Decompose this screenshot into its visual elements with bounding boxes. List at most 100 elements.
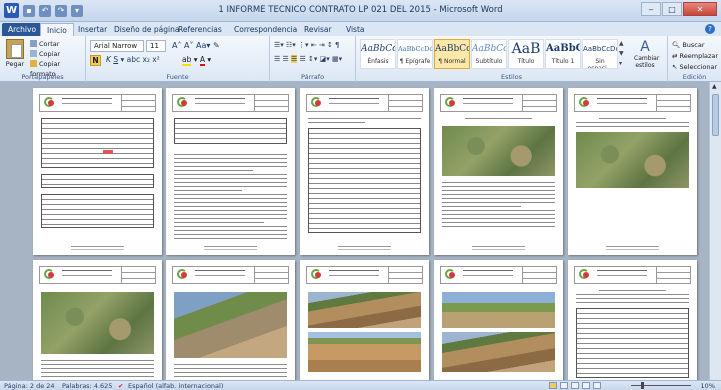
institution-logo-icon [443, 97, 459, 109]
minimize-button[interactable]: ‒ [641, 2, 661, 16]
text-color-icon[interactable]: ab ▾ A ▾ [182, 55, 211, 66]
maximize-button[interactable]: □ [662, 2, 682, 16]
style-preview: AaBbC [546, 43, 581, 54]
page-header [574, 94, 691, 112]
page-header [172, 266, 289, 284]
align-buttons-icon[interactable]: ☰ ☰ ☰ ☰ ↕▾ ◪▾ ▦▾ [274, 55, 342, 66]
institution-logo-icon [42, 97, 58, 109]
tab-revisar[interactable]: Revisar [298, 23, 338, 36]
replace-icon: ⇄ [672, 52, 678, 60]
style-preview: AaBbCcDc [583, 45, 618, 53]
format-buttons-icon[interactable]: K S ▾ abc x₂ x² [106, 55, 160, 64]
style-preview: AaBbCc [472, 44, 507, 54]
tab-inicio[interactable]: Inicio [40, 23, 74, 36]
style-titulo-1[interactable]: AaBbC Título 1 [545, 39, 581, 69]
scrollbar-thumb[interactable] [712, 94, 719, 136]
binoculars-icon: 🔍︎ [672, 41, 681, 49]
style-subtitulo[interactable]: AaBbCc Subtítulo [471, 39, 507, 69]
style-name: Énfasis [367, 58, 389, 65]
style-name: Título 1 [551, 58, 575, 65]
page-footer [204, 246, 257, 247]
style-preview: AaBbCcI [361, 44, 395, 54]
paste-button[interactable]: Pegar [4, 39, 26, 68]
document-page[interactable] [33, 88, 162, 255]
web-layout-view-icon[interactable] [571, 382, 579, 389]
style-titulo[interactable]: AaB Título [508, 39, 544, 69]
close-button[interactable]: ✕ [683, 2, 717, 16]
outline-view-icon[interactable] [582, 382, 590, 389]
print-layout-view-icon[interactable] [549, 382, 557, 389]
font-name-select[interactable]: Arial Narrow [90, 40, 144, 52]
page-footer [71, 246, 124, 247]
style-name: ¶ Epígrafe [399, 58, 431, 65]
change-styles-icon: A [640, 39, 650, 55]
select-button[interactable]: ↖ Seleccionar [672, 62, 718, 73]
document-page[interactable] [166, 88, 295, 255]
help-icon[interactable]: ? [705, 24, 715, 34]
style-enfasis[interactable]: AaBbCcI Énfasis [360, 39, 396, 69]
font-group-label: Fuente [166, 73, 189, 81]
document-page[interactable] [33, 260, 162, 380]
data-table [576, 308, 689, 378]
text-block [442, 182, 555, 230]
text-block [174, 154, 287, 242]
tab-vista[interactable]: Vista [340, 23, 371, 36]
document-page[interactable] [300, 260, 429, 380]
styles-group-label: Estilos [500, 73, 523, 81]
paste-label: Pegar [5, 60, 25, 68]
gallery-scroll-icon[interactable]: ▲ ▼ ▾ [619, 39, 624, 69]
document-page[interactable] [166, 260, 295, 380]
replace-button[interactable]: ⇄ Reemplazar [672, 51, 718, 62]
page-footer [606, 246, 659, 247]
tab-referencias[interactable]: Referencias [172, 23, 228, 36]
document-page[interactable] [434, 88, 563, 255]
vertical-scrollbar[interactable]: ▲ [709, 82, 721, 380]
document-page[interactable] [568, 260, 697, 380]
style-name: Subtítulo [475, 58, 503, 65]
page-header [306, 94, 423, 112]
view-buttons [549, 382, 601, 389]
cut-button[interactable]: Cortar [30, 39, 85, 49]
page-header [306, 266, 423, 284]
data-table [308, 128, 421, 233]
page-count[interactable]: Página: 2 de 24 [4, 382, 55, 390]
text-block [174, 364, 287, 380]
copy-label: Copiar [39, 50, 61, 58]
style-name: Título [517, 58, 535, 65]
font-size-select[interactable]: 11 [146, 40, 166, 52]
zoom-slider[interactable] [631, 382, 691, 389]
bold-button[interactable]: N [90, 55, 101, 66]
grow-shrink-font-icon[interactable]: A˄ A˅ Aa▾ ✎ [172, 41, 220, 50]
brush-icon [30, 60, 37, 67]
data-table [41, 118, 154, 168]
list-buttons-icon[interactable]: ☰▾ ☷▾ ⋮▾ ⇤ ⇥ ↕ ¶ [274, 41, 340, 52]
scroll-up-icon[interactable]: ▲ [712, 83, 717, 90]
zoom-level[interactable]: 10% [701, 382, 715, 390]
tab-correspondencia[interactable]: Correspondencia [228, 23, 303, 36]
paragraph-group-label: Párrafo [300, 73, 325, 81]
word-count[interactable]: Palabras: 4.625 [62, 382, 112, 390]
proofing-icon[interactable]: ✔ [118, 382, 123, 390]
change-styles-button[interactable]: A Cambiar estilos [634, 39, 659, 69]
style-epigrafe[interactable]: AaBbCcDdI ¶ Epígrafe [397, 39, 433, 69]
find-button[interactable]: 🔍︎ Buscar [672, 40, 718, 51]
style-sin-espaciado[interactable]: AaBbCcDc Sin espaci... [582, 39, 618, 69]
document-page[interactable] [568, 88, 697, 255]
document-page[interactable] [434, 260, 563, 380]
tab-archivo[interactable]: Archivo [2, 23, 43, 36]
document-area[interactable] [0, 82, 721, 380]
copy-icon [30, 50, 37, 57]
institution-logo-icon [443, 269, 459, 281]
styles-group: AaBbCcI Énfasis AaBbCcDdI ¶ Epígrafe AaBbC… [356, 36, 668, 82]
copy-button[interactable]: Copiar [30, 49, 85, 59]
style-normal[interactable]: AaBbCcI ¶ Normal [434, 39, 470, 69]
draft-view-icon[interactable] [593, 382, 601, 389]
page-header [574, 266, 691, 284]
full-screen-view-icon[interactable] [560, 382, 568, 389]
status-bar: Página: 2 de 24 Palabras: 4.625 ✔ Españo… [0, 380, 721, 390]
language-indicator[interactable]: Español (alfab. internacional) [128, 382, 223, 390]
page-header [440, 266, 557, 284]
document-page[interactable] [300, 88, 429, 255]
site-photo [442, 332, 555, 372]
text-block [308, 118, 421, 126]
